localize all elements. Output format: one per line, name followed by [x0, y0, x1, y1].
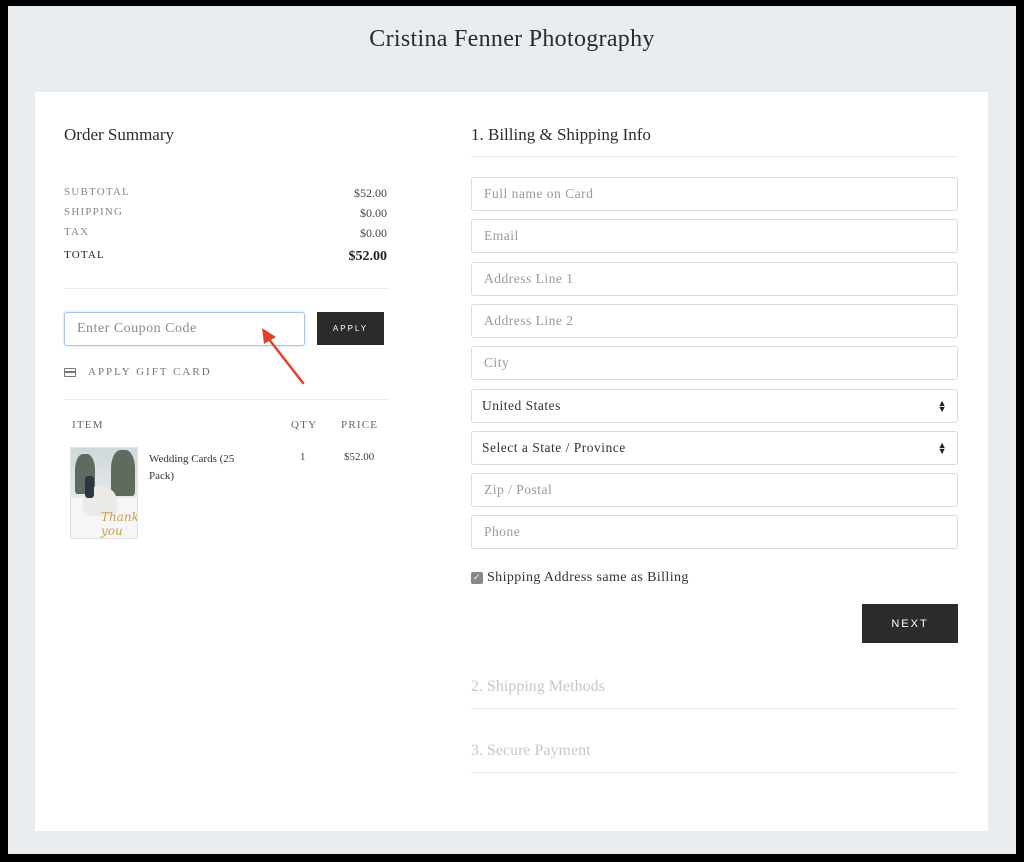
- shipping-value: $0.00: [360, 206, 387, 220]
- shipping-label: SHIPPING: [64, 206, 124, 218]
- email-field[interactable]: [471, 219, 958, 253]
- address-line-1-field[interactable]: [471, 262, 958, 296]
- state-select[interactable]: Select a State / Province ▲ ▼: [471, 431, 958, 465]
- subtotal-row: SUBTOTAL $52.00: [64, 186, 387, 201]
- address-line-2-field[interactable]: [471, 304, 958, 338]
- shipping-methods-step[interactable]: 2. Shipping Methods: [471, 678, 605, 696]
- divider: [471, 156, 958, 157]
- secure-payment-step[interactable]: 3. Secure Payment: [471, 742, 591, 760]
- site-title[interactable]: Cristina Fenner Photography: [8, 26, 1016, 53]
- price-column-header: PRICE: [341, 419, 379, 431]
- shipping-row: SHIPPING $0.00: [64, 206, 387, 221]
- apply-gift-card-link[interactable]: APPLY GIFT CARD: [64, 366, 212, 378]
- divider: [471, 772, 958, 773]
- total-label: TOTAL: [64, 249, 105, 261]
- item-column-header: ITEM: [72, 419, 104, 431]
- country-select-value: United States: [482, 398, 561, 413]
- coupon-input[interactable]: [64, 312, 305, 346]
- same-address-label: Shipping Address same as Billing: [487, 570, 689, 585]
- billing-step-title: 1. Billing & Shipping Info: [471, 125, 651, 144]
- apply-gift-card-label: APPLY GIFT CARD: [88, 366, 212, 378]
- apply-coupon-button[interactable]: APPLY: [317, 312, 384, 345]
- total-row: TOTAL $52.00: [64, 249, 387, 265]
- subtotal-label: SUBTOTAL: [64, 186, 130, 198]
- item-price: $52.00: [344, 451, 375, 463]
- order-summary-title: Order Summary: [64, 125, 175, 144]
- thumbnail-script-text: Thank you: [101, 510, 138, 538]
- checkout-card: Order Summary SUBTOTAL $52.00 SHIPPING $…: [35, 92, 988, 831]
- same-address-checkbox[interactable]: ✓: [471, 572, 483, 584]
- divider: [64, 288, 389, 289]
- item-qty: 1: [300, 451, 306, 463]
- divider: [471, 708, 958, 709]
- qty-column-header: QTY: [291, 419, 318, 431]
- product-thumbnail: Thank you: [70, 447, 138, 539]
- select-arrows-icon: ▲ ▼: [937, 440, 947, 456]
- same-address-checkbox-row[interactable]: ✓ Shipping Address same as Billing: [471, 570, 689, 586]
- total-value: $52.00: [348, 249, 388, 264]
- country-select[interactable]: United States ▲ ▼: [471, 389, 958, 423]
- tax-row: TAX $0.00: [64, 226, 387, 241]
- phone-field[interactable]: [471, 515, 958, 549]
- city-field[interactable]: [471, 346, 958, 380]
- page-frame: Cristina Fenner Photography Order Summar…: [8, 6, 1016, 854]
- next-button[interactable]: NEXT: [862, 604, 958, 643]
- full-name-field[interactable]: [471, 177, 958, 211]
- tax-label: TAX: [64, 226, 90, 238]
- state-select-value: Select a State / Province: [482, 440, 626, 455]
- subtotal-value: $52.00: [354, 186, 387, 200]
- tax-value: $0.00: [360, 226, 387, 240]
- divider: [64, 399, 389, 400]
- select-arrows-icon: ▲ ▼: [937, 398, 947, 414]
- zip-field[interactable]: [471, 473, 958, 507]
- credit-card-icon: [64, 367, 76, 377]
- item-name: Wedding Cards (25 Pack): [149, 453, 235, 482]
